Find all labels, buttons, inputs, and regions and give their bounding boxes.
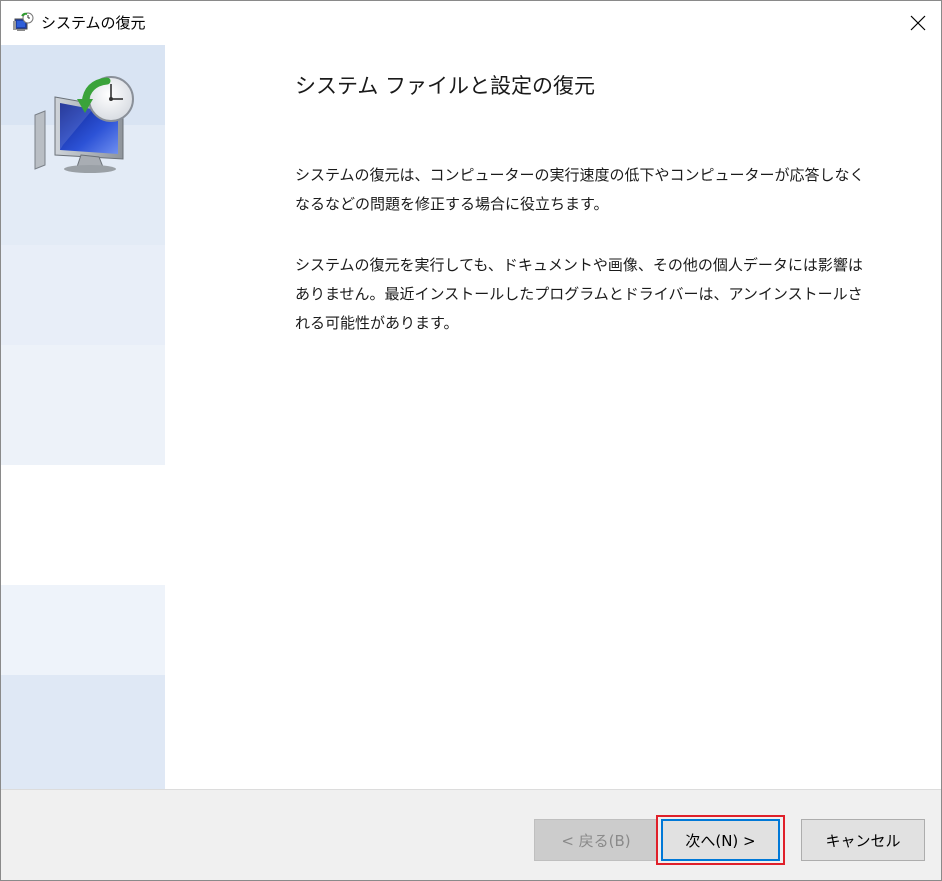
sidebar-band [1, 465, 165, 585]
sidebar-band [1, 345, 165, 465]
next-button[interactable]: 次へ(N) > [661, 819, 780, 861]
wizard-content: システム ファイルと設定の復元 システムの復元は、コンピューターの実行速度の低下… [165, 45, 941, 789]
description-paragraph-2: システムの復元を実行しても、ドキュメントや画像、その他の個人データには影響はあり… [295, 256, 863, 332]
close-button[interactable] [895, 1, 941, 45]
restore-computer-clock-icon [33, 75, 141, 175]
sidebar-band [1, 585, 165, 675]
back-button[interactable]: < 戻る(B) [534, 819, 658, 861]
wizard-sidebar [1, 45, 165, 789]
window-title: システムの復元 [41, 14, 146, 32]
cancel-button[interactable]: キャンセル [801, 819, 925, 861]
system-restore-window: システムの復元 システム ファイルと設定の復元 システムの復元は、コンピューター… [0, 0, 942, 881]
description-paragraph-1: システムの復元は、コンピューターの実行速度の低下やコンピューターが応答しなくなる… [295, 166, 865, 213]
close-icon [910, 15, 926, 31]
sidebar-band [1, 245, 165, 345]
title-bar: システムの復元 [1, 1, 941, 45]
page-title: システム ファイルと設定の復元 [295, 74, 596, 98]
sidebar-band [1, 675, 165, 789]
wizard-footer: < 戻る(B) 次へ(N) > キャンセル [1, 789, 941, 880]
system-restore-icon [13, 12, 35, 34]
